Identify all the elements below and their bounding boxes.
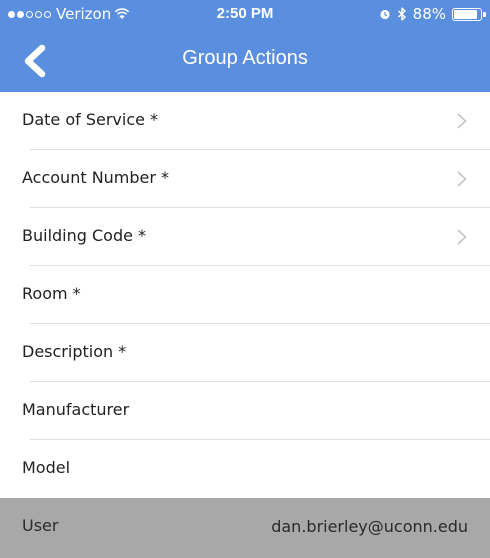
alarm-clock-icon <box>380 9 390 20</box>
user-email: dan.brierley@uconn.edu <box>271 517 468 536</box>
user-label: User <box>22 516 59 535</box>
battery-icon <box>452 7 486 21</box>
bluetooth-icon <box>397 7 406 21</box>
form-list: Date of Service * Account Number * Build… <box>0 92 490 558</box>
navigation-bar: Group Actions <box>0 30 490 92</box>
field-label: Description * <box>22 342 127 361</box>
chevron-right-icon <box>457 229 467 245</box>
battery-fill <box>454 9 477 19</box>
battery-percentage: 88% <box>412 5 446 23</box>
user-row: User dan.brierley@uconn.edu <box>0 498 490 558</box>
status-right-group: 88% <box>379 5 486 23</box>
field-label: Building Code * <box>22 226 147 245</box>
field-description[interactable]: Description * <box>0 324 490 382</box>
status-bar: Verizon 2:50 PM 88% <box>0 0 490 30</box>
chevron-right-icon <box>457 171 467 187</box>
field-building-code[interactable]: Building Code * <box>0 208 490 266</box>
page-title: Group Actions <box>182 47 308 69</box>
field-label: Account Number * <box>22 168 170 187</box>
field-date-of-service[interactable]: Date of Service * <box>0 92 490 150</box>
field-room[interactable]: Room * <box>0 266 490 324</box>
top-bar: Verizon 2:50 PM 88% Group Actions <box>0 0 490 92</box>
field-manufacturer[interactable]: Manufacturer <box>0 382 490 440</box>
field-label: Room * <box>22 284 81 303</box>
field-model[interactable]: Model <box>0 440 490 498</box>
chevron-right-icon <box>457 113 467 129</box>
field-label: Date of Service * <box>22 110 159 129</box>
field-label: Model <box>22 458 71 477</box>
field-label: Manufacturer <box>22 400 130 419</box>
field-account-number[interactable]: Account Number * <box>0 150 490 208</box>
